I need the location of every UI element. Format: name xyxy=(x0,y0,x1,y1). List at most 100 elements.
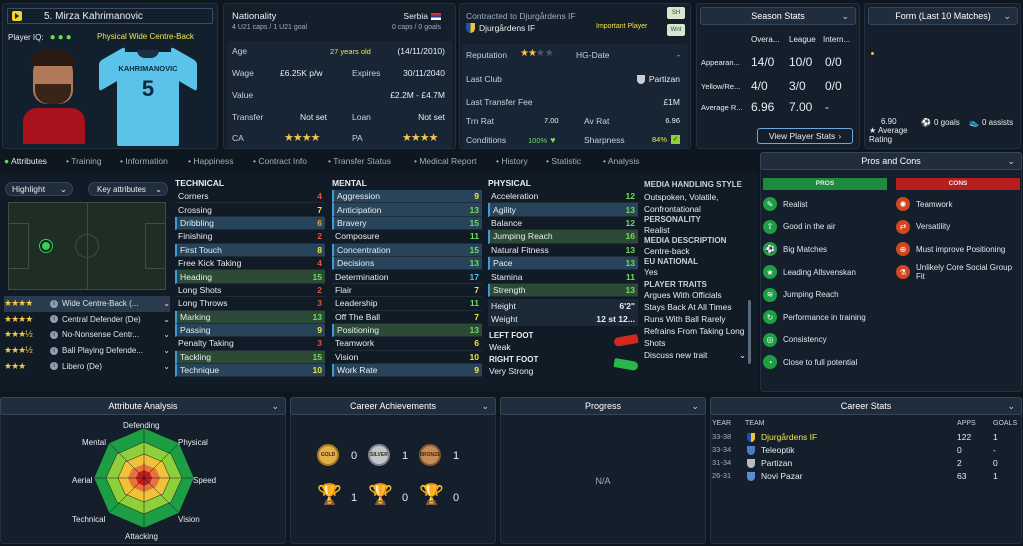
attr-name: Leadership xyxy=(335,298,378,309)
season-row-0-v1: 10/0 xyxy=(789,55,813,69)
position-name: Central Defender (De) xyxy=(62,314,141,324)
traits-scrollbar[interactable] xyxy=(748,300,751,364)
radar-label-defending: Defending xyxy=(123,421,160,430)
attr-technique[interactable]: Technique 10 xyxy=(175,364,325,378)
attr-dribbling[interactable]: Dribbling 6 xyxy=(175,216,325,231)
cons-header: CONS xyxy=(896,178,1020,190)
progress-header[interactable]: Progress ⌄ xyxy=(500,397,706,415)
tab-contract-info[interactable]: • Contract Info xyxy=(253,156,307,166)
attr-vision[interactable]: Vision 10 xyxy=(332,351,482,365)
tab-history[interactable]: • History xyxy=(496,156,528,166)
attr-jumping-reach[interactable]: Jumping Reach 16 xyxy=(488,230,638,244)
attr-balance[interactable]: Balance 12 xyxy=(488,217,638,231)
last-club[interactable]: Partizan xyxy=(636,74,680,84)
highlight-label: Highlight xyxy=(12,184,46,194)
career-row[interactable]: 33-34 Teleoptik 0 - xyxy=(711,445,1021,458)
attr-crossing[interactable]: Crossing 7 xyxy=(175,203,325,217)
attr-tackling[interactable]: Tackling 15 xyxy=(175,350,325,365)
career-row[interactable]: 31-34 Partizan 2 0 xyxy=(711,458,1021,471)
tab-information-label: Information xyxy=(125,156,168,166)
attr-bravery[interactable]: Bravery 15 xyxy=(332,216,482,231)
tab-happiness[interactable]: • Happiness xyxy=(188,156,234,166)
attr-strength[interactable]: Strength 13 xyxy=(488,283,638,298)
position-row[interactable]: ★★★★ i Central Defender (De) ⌄ xyxy=(4,312,170,328)
tab-medical-report[interactable]: • Medical Report xyxy=(414,156,477,166)
tab-training[interactable]: • Training xyxy=(66,156,102,166)
highlight-dropdown[interactable]: Highlight ⌄ xyxy=(5,182,73,196)
attr-leadership[interactable]: Leadership 11 xyxy=(332,297,482,311)
tab-attributes[interactable]: ● Attributes xyxy=(4,156,47,166)
pros-cons-header[interactable]: Pros and Cons ⌄ xyxy=(760,152,1022,170)
career-year: 26-31 xyxy=(712,471,732,480)
attr-free-kick[interactable]: Free Kick Taking 4 xyxy=(175,257,325,271)
attr-name: Vision xyxy=(335,351,359,362)
attribute-analysis-header[interactable]: Attribute Analysis ⌄ xyxy=(0,397,286,415)
attr-positioning[interactable]: Positioning 13 xyxy=(332,323,482,338)
career-stats-header[interactable]: Career Stats ⌄ xyxy=(710,397,1022,415)
attr-pace[interactable]: Pace 13 xyxy=(488,256,638,271)
con-label: Must improve Positioning xyxy=(916,244,1006,254)
sh-badge[interactable]: SH xyxy=(667,7,685,19)
season-stats-header[interactable]: Season Stats ⌄ xyxy=(700,7,856,25)
tab-analysis[interactable]: • Analysis xyxy=(603,156,640,166)
attr-name: Positioning xyxy=(337,325,380,336)
weight-label: Weight xyxy=(491,314,518,325)
attr-acceleration[interactable]: Acceleration 12 xyxy=(488,190,638,204)
position-row[interactable]: ★★★★ i Wide Centre-Back (... ⌄ xyxy=(4,296,170,312)
tab-transfer-status[interactable]: • Transfer Status xyxy=(328,156,391,166)
pro-icon: ↻ xyxy=(763,310,777,325)
attr-name: Stamina xyxy=(491,271,523,282)
attr-heading[interactable]: Heading 15 xyxy=(175,270,325,284)
attr-anticipation[interactable]: Anticipation 13 xyxy=(332,203,482,217)
attr-first-touch[interactable]: First Touch 8 xyxy=(175,243,325,257)
attr-work-rate[interactable]: Work Rate 9 xyxy=(332,364,482,378)
attr-aggression[interactable]: Aggression 9 xyxy=(332,190,482,204)
attr-decisions[interactable]: Decisions 13 xyxy=(332,256,482,271)
career-year: 33-38 xyxy=(712,432,732,441)
attr-agility[interactable]: Agility 13 xyxy=(488,203,638,217)
attr-finishing[interactable]: Finishing 2 xyxy=(175,230,325,244)
attr-flair[interactable]: Flair 7 xyxy=(332,284,482,298)
attr-natural-fitness[interactable]: Natural Fitness 13 xyxy=(488,244,638,257)
tab-information[interactable]: • Information xyxy=(120,156,168,166)
position-row[interactable]: ★★★ i Libero (De) ⌄ xyxy=(4,358,170,374)
attr-teamwork[interactable]: Teamwork 6 xyxy=(332,337,482,351)
career-row[interactable]: 33-38 Djurgårdens IF 122 1 xyxy=(711,432,1021,445)
tab-statistic[interactable]: • Statistic xyxy=(546,156,581,166)
attr-long-throws[interactable]: Long Throws 3 xyxy=(175,297,325,311)
attr-passing[interactable]: Passing 9 xyxy=(175,323,325,338)
position-stars: ★★★★ xyxy=(4,298,33,309)
attr-composure[interactable]: Composure 11 xyxy=(332,230,482,244)
form-header[interactable]: Form (Last 10 Matches) ⌄ xyxy=(868,7,1018,25)
attr-long-shots[interactable]: Long Shots 2 xyxy=(175,284,325,298)
career-col-year: YEAR xyxy=(712,420,732,427)
attr-name: Teamwork xyxy=(335,338,375,349)
attr-marking[interactable]: Marking 13 xyxy=(175,310,325,324)
attr-name: Jumping Reach xyxy=(493,231,553,242)
loan-status[interactable]: Not set xyxy=(418,112,445,122)
attr-value: 8 xyxy=(317,244,322,255)
position-row[interactable]: ★★★½ i Ball Playing Defende... ⌄ xyxy=(4,343,170,359)
attr-stamina[interactable]: Stamina 11 xyxy=(488,270,638,284)
club-row[interactable]: Djurgårdens IF xyxy=(466,23,535,33)
attr-off-the-ball[interactable]: Off The Ball 7 xyxy=(332,311,482,324)
transfer-status[interactable]: Not set xyxy=(300,112,327,122)
personality-value: Realist xyxy=(644,225,670,235)
attr-determination[interactable]: Determination 17 xyxy=(332,270,482,284)
chevron-down-icon: ⌄ xyxy=(841,10,849,21)
career-goals: 1 xyxy=(993,432,998,442)
attr-concentration[interactable]: Concentration 15 xyxy=(332,243,482,257)
wanted-badge[interactable]: Wnt xyxy=(667,24,685,36)
player-name-bar[interactable]: 5. Mirza Kahrimanovic xyxy=(7,8,213,24)
attr-value: 13 xyxy=(625,284,635,295)
attr-corners[interactable]: Corners 4 xyxy=(175,190,325,204)
career-row[interactable]: 26-31 Novi Pazar 63 1 xyxy=(711,471,1021,484)
attr-name: Marking xyxy=(180,311,211,322)
position-row[interactable]: ★★★½ i No-Nonsense Centr... ⌄ xyxy=(4,327,170,343)
view-player-stats-button[interactable]: View Player Stats › xyxy=(757,128,853,144)
key-attributes-dropdown[interactable]: Key attributes ⌄ xyxy=(88,182,168,196)
reputation-stars: ★★★★ xyxy=(520,48,554,59)
attr-penalty[interactable]: Penalty Taking 3 xyxy=(175,337,325,351)
discuss-trait-button[interactable]: Discuss new trait ⌄ xyxy=(644,349,752,361)
career-achievements-header[interactable]: Career Achievements ⌄ xyxy=(290,397,496,415)
